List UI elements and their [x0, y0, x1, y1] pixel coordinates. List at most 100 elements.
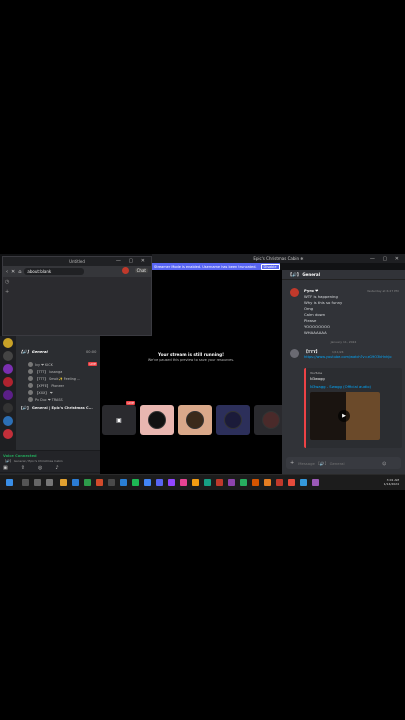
taskbar-app-icon[interactable] [264, 479, 271, 486]
voice-channel-name[interactable]: 【🔊】 General [19, 350, 48, 355]
taskbar-app-icon[interactable] [96, 479, 103, 486]
server-icon[interactable] [3, 377, 13, 387]
server-icon[interactable] [3, 429, 13, 439]
participant-tile[interactable] [216, 405, 250, 435]
message-link[interactable]: https://www.youtube.com/watch?v=zG9O3kHn… [304, 355, 392, 359]
search-icon[interactable] [46, 479, 53, 486]
activity-icon[interactable]: ◎ [38, 465, 42, 471]
voice-user[interactable]: Pv Duc ❤ TRASS [28, 397, 63, 402]
avatar [186, 411, 204, 429]
taskbar-app-icon[interactable] [132, 479, 139, 486]
desktop-screen: Epic's Christmas Cabin ❄ — ▢ ✕ Streamer … [0, 254, 405, 490]
embed-title[interactable]: N3wagg - Swagg (Official audio) [310, 384, 371, 389]
taskbar-app-icon[interactable] [312, 479, 319, 486]
participant-tile[interactable] [178, 405, 212, 435]
taskbar-app-icon[interactable] [228, 479, 235, 486]
screen-icon: ▣ [116, 416, 122, 424]
taskbar-app-icon[interactable] [216, 479, 223, 486]
message-text: YOOOOOOOO [304, 324, 331, 329]
taskbar-app-icon[interactable] [84, 479, 91, 486]
attach-icon[interactable]: + [290, 460, 294, 466]
voice-status: Voice Connected [3, 454, 37, 458]
disable-streamer-mode-button[interactable]: Disable [260, 263, 280, 270]
taskbar-app-icon[interactable] [240, 479, 247, 486]
close-icon[interactable]: ✕ [11, 269, 15, 275]
voice-user[interactable]: 【TTT】 Smok✨ Feeling ... [28, 376, 80, 381]
browser-titlebar: Untitled — ▢ ✕ [3, 257, 151, 266]
voice-user[interactable]: 【XXX】 ❤ [28, 390, 53, 395]
start-icon[interactable] [6, 479, 13, 486]
voice-user[interactable]: Ivy ❤ KICK [28, 362, 53, 367]
album-art [346, 392, 380, 440]
message-text: Please [304, 318, 317, 323]
server-icon[interactable] [3, 390, 13, 400]
message-author[interactable]: Pyro ❤ [304, 288, 318, 293]
embed-author[interactable]: N3wagg [310, 377, 325, 381]
profile-avatar[interactable] [122, 267, 129, 274]
avatar[interactable] [290, 288, 299, 297]
chat-button[interactable]: Chat [134, 268, 148, 273]
browser-window-controls[interactable]: — ▢ ✕ [116, 258, 148, 264]
avatar [148, 411, 166, 429]
voice-channel-item[interactable]: 【🔊】 General | Epic's Christmas C... [19, 406, 93, 411]
taskbar-app-icon[interactable] [108, 479, 115, 486]
browser-taskbar-icon[interactable] [144, 479, 151, 486]
taskbar-app-icon[interactable] [276, 479, 283, 486]
server-icon[interactable] [3, 364, 13, 374]
avatar [28, 369, 33, 374]
address-bar[interactable]: about:blank [24, 268, 85, 275]
taskbar-app-icon[interactable] [34, 479, 41, 486]
taskbar-app-icon[interactable] [180, 479, 187, 486]
server-icon[interactable] [3, 403, 13, 413]
browser-sidebar: ◷ + [5, 279, 15, 295]
video-thumbnail[interactable]: ▶ [310, 392, 380, 440]
message-text: Calm down [304, 312, 326, 317]
camera-icon[interactable]: ▣ [3, 465, 8, 471]
add-icon[interactable]: + [5, 289, 15, 295]
voice-controls: ▣ ⇪ ◎ ♪ [3, 465, 59, 471]
participant-tiles: ▣ LIVE [102, 401, 288, 435]
windows-taskbar: 3:01 AM 1/14/2024 [0, 474, 405, 490]
history-icon[interactable]: ◷ [5, 279, 15, 285]
message-composer: + ☺ [286, 457, 401, 469]
taskbar-app-icon[interactable] [168, 479, 175, 486]
server-icon[interactable] [3, 338, 13, 348]
play-icon[interactable]: ▶ [338, 410, 350, 422]
browser-window[interactable]: Untitled — ▢ ✕ ‹ ✕ ⌂ about:blank Chat ◷ … [2, 256, 152, 336]
back-icon[interactable]: ‹ [6, 269, 8, 275]
folder-icon[interactable] [60, 479, 67, 486]
server-icon[interactable] [3, 416, 13, 426]
message-input[interactable] [298, 460, 379, 466]
taskbar-app-icon[interactable] [72, 479, 79, 486]
participant-tile[interactable]: ▣ LIVE [102, 401, 136, 435]
taskbar-app-icon[interactable] [192, 479, 199, 486]
soundboard-icon[interactable]: ♪ [55, 465, 58, 471]
voice-subtitle[interactable]: 【🔊】 General / Epic's Christmas Cabin [3, 459, 63, 463]
window-controls[interactable]: — ▢ ✕ [370, 256, 402, 262]
discord-titlebar: Epic's Christmas Cabin ❄ — ▢ ✕ [152, 254, 405, 263]
taskbar-app-icon[interactable] [252, 479, 259, 486]
message-text: Why is this so funny [304, 300, 343, 305]
taskbar-app-icon[interactable] [204, 479, 211, 486]
message-text: WTF is happening [304, 294, 338, 299]
message-timestamp: 1/11/24 [332, 350, 344, 354]
stream-paused-subtitle: We've paused this preview to save your r… [147, 358, 235, 362]
discord-window-title: Epic's Christmas Cabin ❄ [253, 256, 304, 261]
voice-user[interactable]: 【TTT】 lusanga [28, 369, 62, 374]
taskbar-app-icon[interactable] [288, 479, 295, 486]
avatar[interactable] [290, 349, 299, 358]
discord-taskbar-icon[interactable] [156, 479, 163, 486]
screen-share-icon[interactable]: ⇪ [21, 465, 25, 471]
home-icon[interactable]: ⌂ [18, 269, 21, 275]
taskbar-app-icon[interactable] [22, 479, 29, 486]
voice-elapsed: 00:00 [86, 350, 97, 354]
message-text: WHAAAAAA [304, 330, 327, 335]
taskbar-clock[interactable]: 3:01 AM 1/14/2024 [384, 478, 399, 486]
server-icon[interactable] [3, 351, 13, 361]
participant-tile[interactable] [140, 405, 174, 435]
voice-user[interactable]: 【XPFE】 Pioneer [28, 383, 64, 388]
emoji-icon[interactable]: ☺ [382, 461, 388, 466]
youtube-embed: YouTube N3wagg N3wagg - Swagg (Official … [304, 368, 402, 448]
taskbar-app-icon[interactable] [120, 479, 127, 486]
taskbar-app-icon[interactable] [300, 479, 307, 486]
